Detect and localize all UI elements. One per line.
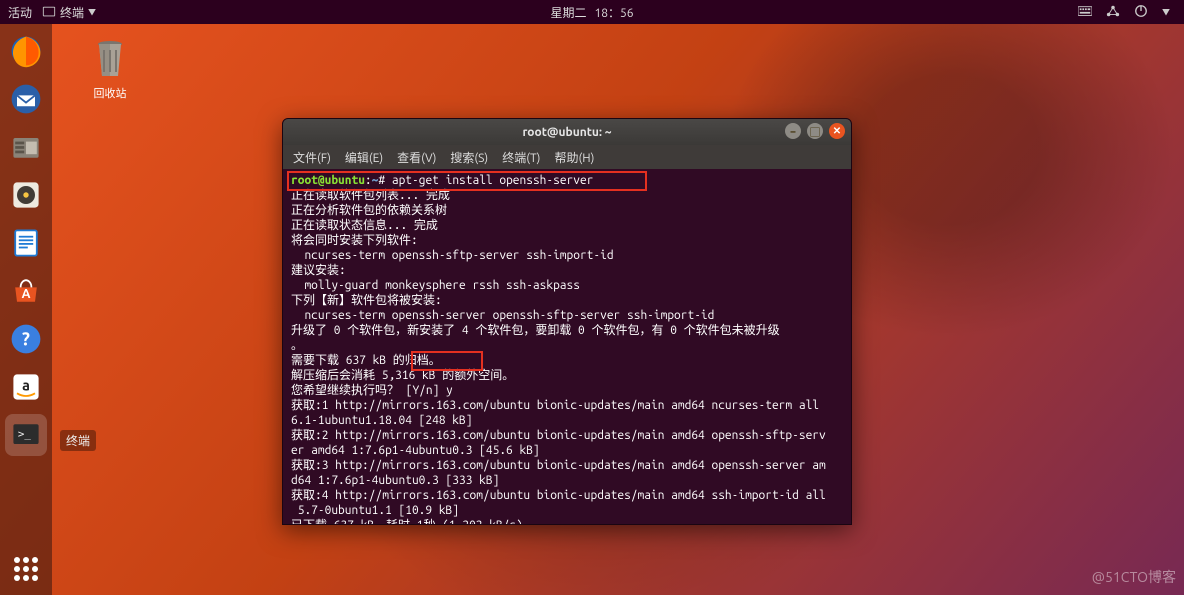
apps-grid-icon[interactable] <box>14 557 38 581</box>
terminal-window: root@ubuntu: ~ – ▢ ✕ 文件(F) 编辑(E) 查看(V) 搜… <box>282 118 852 525</box>
dock-terminal[interactable]: >_ <box>5 414 47 456</box>
menu-help[interactable]: 帮助(H) <box>554 149 594 166</box>
dock-tooltip: 终端 <box>60 430 96 451</box>
svg-text:?: ? <box>22 329 30 349</box>
terminal-titlebar[interactable]: root@ubuntu: ~ – ▢ ✕ <box>283 119 851 145</box>
chevron-down-icon: ▼ <box>88 7 96 18</box>
watermark: @51CTO博客 <box>1092 567 1176 587</box>
close-button[interactable]: ✕ <box>829 123 845 139</box>
time-label[interactable]: 18：56 <box>594 4 633 21</box>
menu-edit[interactable]: 编辑(E) <box>345 149 383 166</box>
menu-terminal[interactable]: 终端(T) <box>502 149 540 166</box>
menu-search[interactable]: 搜索(S) <box>450 149 488 166</box>
power-icon[interactable] <box>1134 4 1148 21</box>
dock-writer[interactable] <box>5 222 47 264</box>
dock-amazon[interactable]: a <box>5 366 47 408</box>
keyboard-icon[interactable] <box>1078 4 1092 21</box>
desktop-trash[interactable]: 回收站 <box>80 36 140 101</box>
terminal-body[interactable]: root@ubuntu:~# apt-get install openssh-s… <box>283 169 851 525</box>
maximize-button[interactable]: ▢ <box>807 123 823 139</box>
dock-rhythmbox[interactable] <box>5 174 47 216</box>
terminal-menubar: 文件(F) 编辑(E) 查看(V) 搜索(S) 终端(T) 帮助(H) <box>283 145 851 169</box>
terminal-output: 正在读取软件包列表... 完成 正在分析软件包的依赖关系树 正在读取状态信息..… <box>291 189 826 525</box>
terminal-title: root@ubuntu: ~ <box>522 126 611 139</box>
system-chevron-icon: ▼ <box>1162 7 1170 18</box>
dock-files[interactable] <box>5 126 47 168</box>
svg-text:>_: >_ <box>18 428 31 441</box>
trash-icon <box>90 36 130 80</box>
menu-file[interactable]: 文件(F) <box>293 149 331 166</box>
svg-text:a: a <box>22 378 30 394</box>
menu-view[interactable]: 查看(V) <box>397 149 436 166</box>
desktop-trash-label: 回收站 <box>80 85 140 101</box>
appmenu-label: 终端 <box>60 4 84 21</box>
dock-help[interactable]: ? <box>5 318 47 360</box>
dock-software[interactable]: A <box>5 270 47 312</box>
terminal-command: apt-get install openssh-server <box>392 174 594 187</box>
svg-text:A: A <box>22 287 31 301</box>
activities-button[interactable]: 活动 <box>8 4 32 21</box>
dock-thunderbird[interactable] <box>5 78 47 120</box>
appmenu-icon[interactable]: 终端 ▼ <box>42 4 96 21</box>
date-label[interactable]: 星期二 <box>550 4 586 21</box>
top-bar: 活动 终端 ▼ 星期二 18：56 ▼ <box>0 0 1184 24</box>
dock-firefox[interactable] <box>5 30 47 72</box>
minimize-button[interactable]: – <box>785 123 801 139</box>
network-icon[interactable] <box>1106 4 1120 21</box>
dock: A ? a >_ <box>0 24 52 595</box>
